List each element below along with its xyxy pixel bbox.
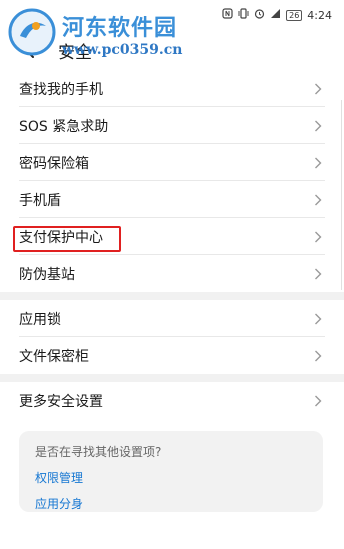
settings-item-label: 密码保险箱: [19, 155, 89, 172]
settings-item-app-lock[interactable]: 应用锁: [0, 300, 344, 337]
suggestion-link-app-twin[interactable]: 应用分身: [35, 495, 307, 512]
settings-item-find-my-phone[interactable]: 查找我的手机: [0, 70, 344, 107]
security-group-main: 查找我的手机 SOS 紧急求助 密码保险箱 手机盾 支付保护中心 防伪基站: [0, 70, 344, 292]
chevron-right-icon: [315, 268, 322, 280]
security-group-apps: 应用锁 文件保密柜: [0, 300, 344, 374]
settings-item-file-safe[interactable]: 文件保密柜: [0, 337, 344, 374]
status-time: 4:24: [307, 8, 332, 22]
section-divider: [0, 292, 344, 300]
section-divider: [0, 374, 344, 382]
signal-icon: [270, 8, 281, 22]
chevron-right-icon: [315, 83, 322, 95]
page-title: 安全: [58, 43, 92, 63]
nfc-icon: [222, 8, 233, 22]
vibrate-icon: [238, 8, 249, 22]
settings-item-anti-fake-station[interactable]: 防伪基站: [0, 255, 344, 292]
settings-item-sos[interactable]: SOS 紧急求助: [0, 107, 344, 144]
battery-indicator: 26: [286, 9, 303, 21]
settings-item-phone-shield[interactable]: 手机盾: [0, 181, 344, 218]
chevron-right-icon: [315, 313, 322, 325]
settings-item-label: 防伪基站: [19, 266, 75, 283]
suggestion-question: 是否在寻找其他设置项?: [35, 445, 162, 459]
settings-item-password-vault[interactable]: 密码保险箱: [0, 144, 344, 181]
chevron-right-icon: [315, 194, 322, 206]
chevron-right-icon: [315, 350, 322, 362]
settings-item-label: 手机盾: [19, 192, 61, 209]
settings-item-label: SOS 紧急求助: [19, 118, 109, 135]
status-icons: 26 4:24: [222, 8, 332, 22]
settings-item-more-security[interactable]: 更多安全设置: [0, 382, 344, 419]
chevron-right-icon: [315, 231, 322, 243]
settings-item-label: 更多安全设置: [19, 393, 103, 410]
back-arrow-icon[interactable]: [20, 40, 40, 60]
header: 安全: [0, 34, 344, 64]
alarm-icon: [254, 8, 265, 22]
status-bar: 26 4:24: [0, 0, 344, 30]
settings-item-label: 文件保密柜: [19, 348, 89, 365]
settings-item-label: 查找我的手机: [19, 81, 103, 98]
suggestion-card: 是否在寻找其他设置项? 权限管理 应用分身: [19, 431, 323, 512]
settings-item-label: 应用锁: [19, 311, 61, 328]
security-group-more: 更多安全设置: [0, 382, 344, 419]
suggestion-link-permissions[interactable]: 权限管理: [35, 469, 307, 486]
chevron-right-icon: [315, 120, 322, 132]
chevron-right-icon: [315, 395, 322, 407]
chevron-right-icon: [315, 157, 322, 169]
highlight-box: [13, 226, 121, 252]
